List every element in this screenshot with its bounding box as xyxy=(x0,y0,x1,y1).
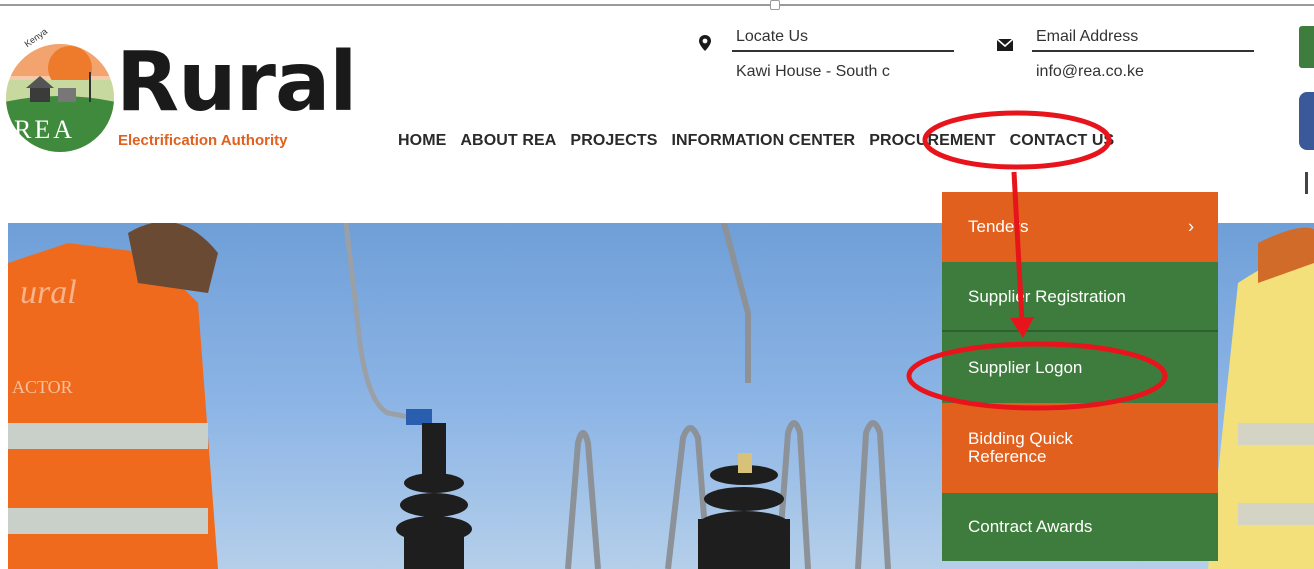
email-block: Email Address info@rea.co.ke xyxy=(996,26,1266,86)
email-title: Email Address xyxy=(1036,28,1139,45)
nav-item-contact-us[interactable]: CONTACT US xyxy=(1010,132,1115,150)
locate-us-title: Locate Us xyxy=(736,28,809,45)
facebook-icon[interactable] xyxy=(1299,92,1314,150)
locate-us-address: Kawi House - South c xyxy=(736,63,890,80)
nav-item-home[interactable]: HOME xyxy=(398,132,446,150)
dropdown-item-contract-awards[interactable]: Contract Awards xyxy=(942,493,1218,561)
dropdown-item-bidding-quick-reference[interactable]: Bidding Quick Reference xyxy=(942,403,1218,493)
dropdown-item-label: Contract Awards xyxy=(968,517,1093,537)
side-marker xyxy=(1305,172,1308,194)
rea-logo[interactable]: Kenya REA Rural Electrification Authorit… xyxy=(4,28,357,178)
dropdown-item-label: Tenders xyxy=(968,217,1029,237)
dropdown-item-label: Supplier Logon xyxy=(968,357,1083,377)
locate-us-divider xyxy=(732,50,954,52)
hero-vest-text-1: ural xyxy=(20,274,77,311)
logo-wordmark: Rural xyxy=(116,35,357,130)
locate-us-block: Locate Us Kawi House - South c xyxy=(696,26,956,86)
nav-item-about-rea[interactable]: ABOUT REA xyxy=(460,132,556,150)
email-divider xyxy=(1032,50,1254,52)
envelope-icon xyxy=(996,38,1014,51)
logo-subtitle: Electrification Authority xyxy=(118,132,288,149)
map-pin-icon xyxy=(699,35,711,51)
window-top-border xyxy=(0,4,1314,6)
nav-item-information-center[interactable]: INFORMATION CENTER xyxy=(671,132,855,150)
nav-item-procurement[interactable]: PROCUREMENT xyxy=(869,132,995,150)
side-green-button[interactable] xyxy=(1299,26,1314,68)
top-handle xyxy=(770,0,780,10)
dropdown-item-supplier-registration[interactable]: Supplier Registration xyxy=(942,262,1218,332)
email-address[interactable]: info@rea.co.ke xyxy=(1036,63,1144,81)
logo-arc-text: Kenya xyxy=(22,28,49,49)
procurement-dropdown: Tenders › Supplier Registration Supplier… xyxy=(942,192,1218,561)
dropdown-item-tenders[interactable]: Tenders › xyxy=(942,192,1218,262)
dropdown-item-label: Supplier Registration xyxy=(968,287,1126,307)
logo-emblem-text: REA xyxy=(14,115,75,144)
rea-emblem-icon: Kenya REA xyxy=(6,28,114,152)
chevron-right-icon: › xyxy=(1188,216,1194,237)
nav-item-projects[interactable]: PROJECTS xyxy=(570,132,657,150)
hero-vest-text-2: ACTOR xyxy=(12,377,73,397)
dropdown-item-label: Bidding Quick Reference xyxy=(968,429,1073,466)
main-nav: HOME ABOUT REA PROJECTS INFORMATION CENT… xyxy=(398,132,1114,150)
dropdown-item-supplier-logon[interactable]: Supplier Logon xyxy=(942,332,1218,403)
